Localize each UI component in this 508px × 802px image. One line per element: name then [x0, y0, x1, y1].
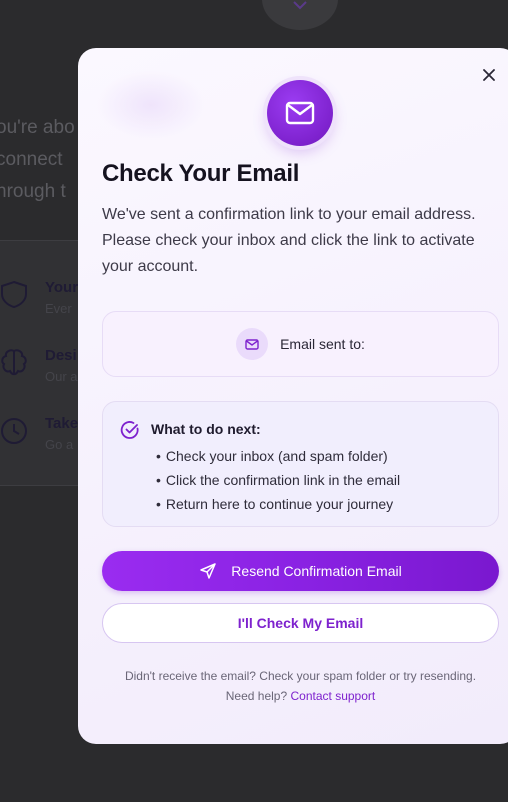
check-email-button[interactable]: I'll Check My Email: [102, 603, 499, 643]
background-feature-subtitle: Ever: [45, 301, 72, 316]
close-icon: [483, 69, 495, 81]
check-email-modal: Check Your Email We've sent a confirmati…: [78, 48, 508, 744]
check-circle-icon: [120, 421, 139, 439]
background-feature-title: Your: [45, 279, 79, 296]
modal-description: We've sent a confirmation link to your e…: [102, 206, 476, 275]
mail-icon: [245, 338, 259, 350]
check-button-label: I'll Check My Email: [237, 615, 364, 631]
brain-icon: [1, 349, 27, 376]
footnote-text: Didn't receive the email? Check your spa…: [124, 669, 477, 683]
list-item: Check your inbox (and spam folder): [156, 444, 400, 468]
next-steps-list: Check your inbox (and spam folder) Click…: [156, 444, 400, 516]
list-item: Click the confirmation link in the email: [156, 468, 400, 492]
background-feature-title: Desi: [45, 347, 77, 364]
contact-support-link[interactable]: Contact support: [291, 689, 376, 703]
background-feature-title: Take: [45, 415, 79, 432]
close-button[interactable]: [478, 64, 500, 86]
background-feature-subtitle: Our a: [45, 369, 78, 384]
mail-icon-badge: [236, 328, 269, 360]
background-heart-icon: [262, 0, 338, 30]
resend-confirmation-button[interactable]: Resend Confirmation Email: [102, 551, 499, 591]
mail-icon: [285, 101, 315, 125]
background-feature-subtitle: Go a: [45, 437, 74, 452]
shield-icon: [0, 280, 27, 309]
email-sent-label: Email sent to:: [280, 336, 365, 352]
next-steps-box: What to do next: Check your inbox (and s…: [102, 401, 499, 527]
clock-icon: [1, 418, 27, 444]
footnote: Didn't receive the email? Check your spa…: [102, 666, 499, 706]
email-sent-box: Email sent to:: [102, 311, 499, 377]
modal-title: Check Your Email: [102, 160, 300, 187]
list-item: Return here to continue your journey: [156, 492, 400, 516]
next-steps-title: What to do next:: [151, 421, 261, 437]
help-line: Need help? Contact support: [102, 686, 499, 706]
send-icon: [200, 563, 217, 579]
decorative-glow: [96, 70, 206, 140]
help-text: Need help?: [225, 689, 288, 703]
resend-button-label: Resend Confirmation Email: [231, 563, 402, 579]
mail-badge: [267, 80, 333, 146]
